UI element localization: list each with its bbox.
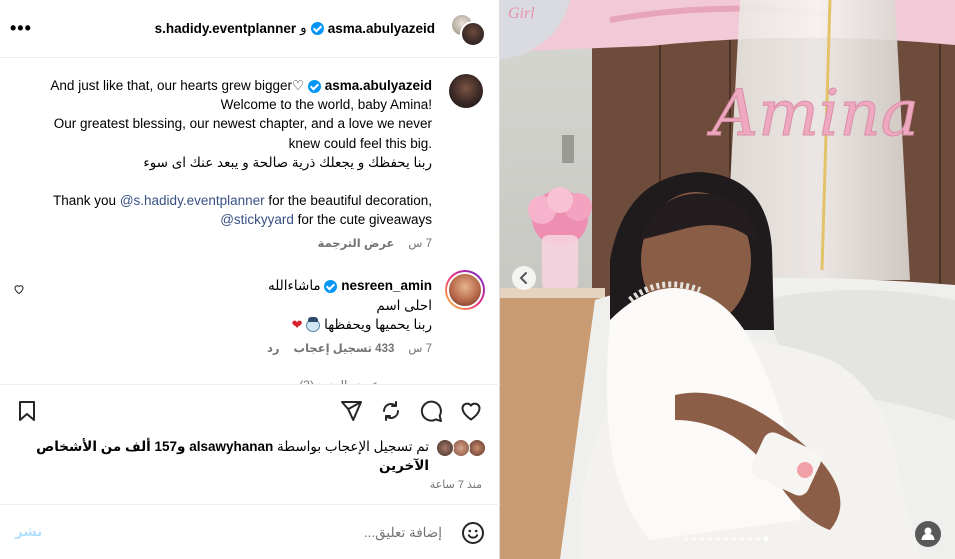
comment-text: ماشاءالله (267, 278, 321, 293)
name-sign: Amina (707, 77, 919, 151)
user-tag-icon (921, 527, 935, 540)
caption-text: for the cute giveaways (297, 212, 432, 228)
comment-time[interactable]: 7 س (408, 341, 432, 355)
reply-button[interactable]: رد (267, 341, 280, 355)
comment: nesreen_amin ماشاءالله احلى اسم ربنا يحم… (32, 276, 432, 335)
caption-author-avatar[interactable] (449, 74, 483, 108)
add-comment-bar: نشر (0, 504, 500, 559)
post-image[interactable]: Girl Amina (500, 0, 955, 559)
send-icon (341, 401, 362, 421)
post-actions-bar (0, 384, 500, 436)
save-button[interactable] (15, 399, 39, 423)
view-replies-button[interactable]: عرض الردود (3) (299, 374, 379, 384)
comment-text: ربنا يحميها ويحفظها (324, 317, 432, 332)
repost-button[interactable] (379, 399, 403, 423)
caption-text-line: And just like that, our hearts grew bigg… (50, 78, 305, 93)
red-heart-icon: ❤ (291, 317, 303, 332)
mention-link[interactable]: @stickyyard (220, 212, 294, 227)
comment-button[interactable] (419, 399, 443, 423)
caption-text-line: ربنا يحفظك و يجعلك ذرية صالحة و يبعد عنك… (143, 154, 432, 170)
verified-icon (307, 79, 321, 93)
avatar[interactable] (468, 439, 486, 457)
header-user1-link[interactable]: asma.abulyazeid (328, 21, 435, 36)
comment-author-link[interactable]: nesreen_amin (341, 278, 432, 293)
caption-text: Thank you (53, 193, 117, 209)
photo-illustration: Girl Amina (500, 0, 955, 559)
emoji-icon (462, 522, 484, 544)
repost-icon (383, 401, 399, 421)
caption-time[interactable]: 7 س (408, 236, 432, 250)
emoji-button[interactable] (461, 521, 485, 545)
caption-text: for the beautiful decoration, (268, 193, 432, 209)
post-header: ••• s.hadidy.eventplanner و asma.abulyaz… (0, 0, 500, 58)
tagged-users-button[interactable] (915, 521, 941, 547)
comment-input[interactable] (70, 517, 442, 547)
caption-meta: 7 س عرض الترجمة (318, 236, 432, 250)
prev-arrow-icon (519, 272, 527, 284)
header-avatars[interactable] (450, 13, 486, 47)
caption-text-line: Welcome to the world, baby Amina! (220, 97, 432, 113)
header-user2-link[interactable]: s.hadidy.eventplanner (155, 21, 297, 36)
like-button[interactable] (459, 399, 483, 423)
verified-icon (310, 21, 324, 35)
caption-text-line: Our greatest blessing, our newest chapte… (53, 116, 432, 132)
avatar[interactable] (460, 21, 486, 47)
caption-author-link[interactable]: asma.abulyazeid (325, 78, 432, 93)
post-comment-button[interactable]: نشر (15, 524, 42, 540)
header-usernames: s.hadidy.eventplanner و asma.abulyazeid (155, 20, 435, 36)
more-options-button[interactable]: ••• (10, 18, 32, 38)
verified-icon (324, 279, 338, 293)
heart-icon (461, 402, 481, 421)
see-translation-button[interactable]: عرض الترجمة (318, 236, 395, 250)
caption-text-line: knew could feel this big. (288, 135, 432, 151)
comment-author-avatar[interactable] (445, 270, 485, 310)
comment-likes-count[interactable]: 433 تسجيل إعجاب (294, 341, 395, 355)
avatar[interactable] (452, 439, 470, 457)
post-details-panel: ••• s.hadidy.eventplanner و asma.abulyaz… (0, 0, 500, 559)
post-caption: And just like that, our hearts grew bigg… (12, 76, 432, 229)
avatar[interactable] (436, 439, 454, 457)
likers-avatars[interactable] (434, 439, 486, 457)
comment-meta: 7 س 433 تسجيل إعجاب رد (267, 341, 432, 355)
share-button[interactable] (339, 399, 363, 423)
bookmark-icon (19, 401, 35, 421)
mention-link[interactable]: @s.hadidy.eventplanner (120, 193, 265, 208)
comment-text: احلى اسم (376, 297, 432, 313)
liker-username-link[interactable]: alsawyhanan (189, 439, 273, 454)
previous-image-button[interactable] (512, 266, 536, 290)
comment-icon (420, 400, 442, 422)
header-conjunction: و (300, 20, 307, 35)
balloon-text: Girl (508, 5, 535, 22)
heart-icon (14, 285, 24, 295)
likes-summary: تم تسجيل الإعجاب بواسطة alsawyhanan و157… (14, 437, 429, 475)
likes-prefix: تم تسجيل الإعجاب بواسطة (277, 439, 429, 454)
baby-emoji-icon (306, 316, 321, 332)
comment-like-button[interactable] (13, 283, 25, 298)
post-timestamp[interactable]: منذ 7 ساعة (430, 478, 482, 491)
